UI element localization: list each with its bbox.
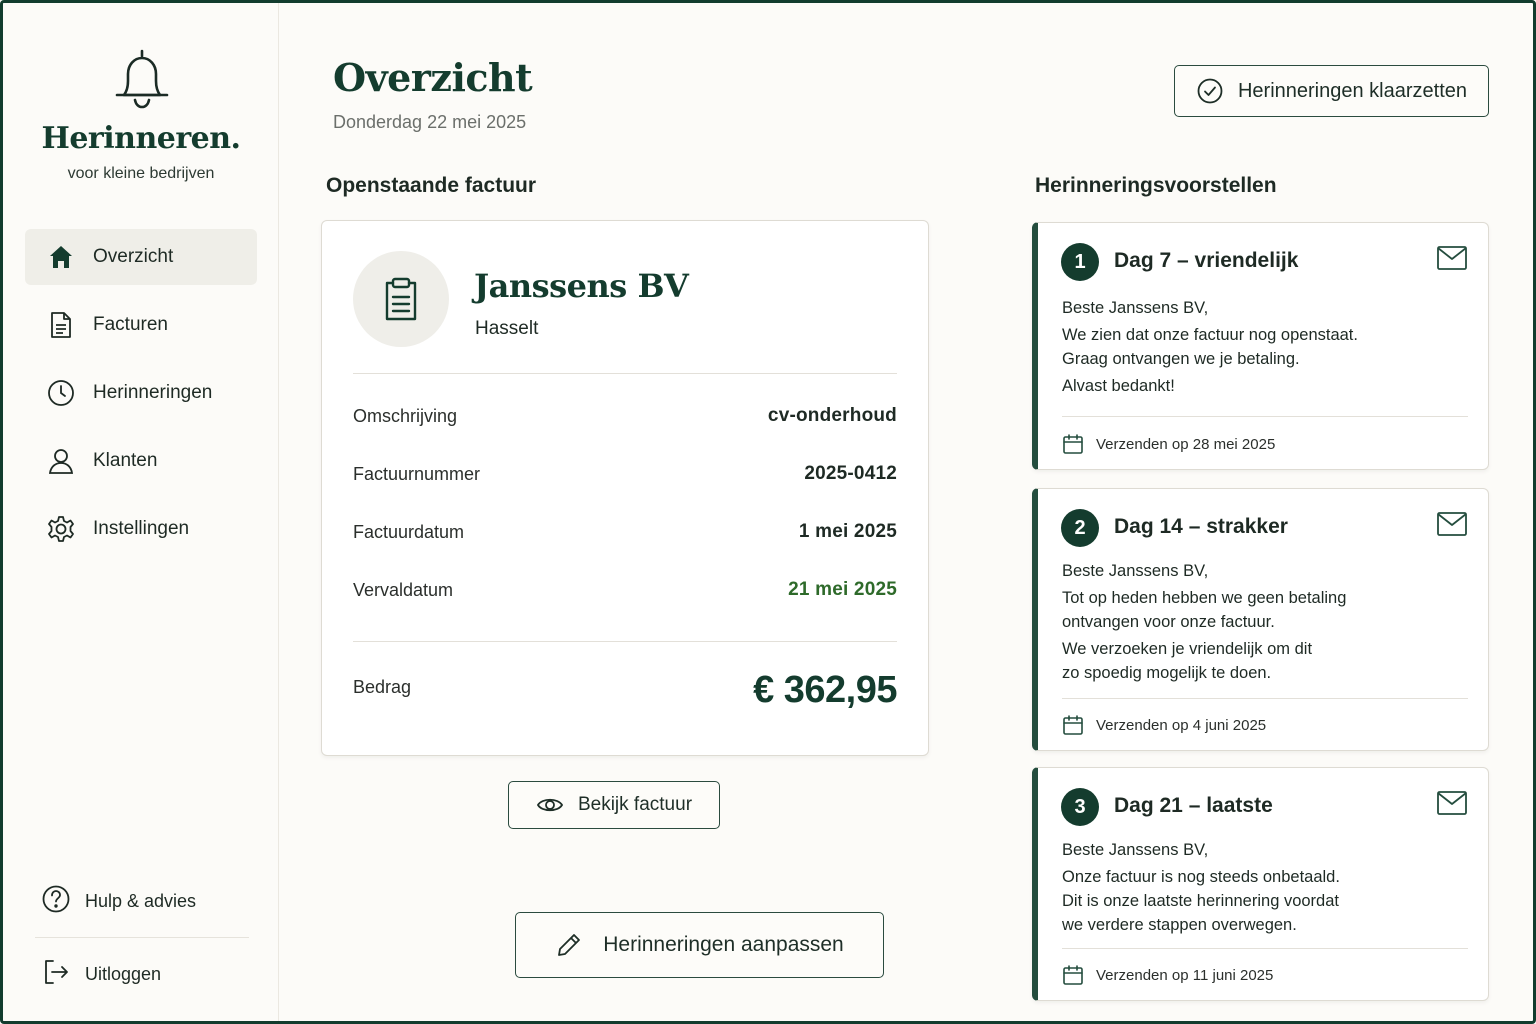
pencil-icon: [555, 931, 583, 959]
logout-label: Uitloggen: [85, 963, 162, 984]
invoice-section-title: Openstaande factuur: [326, 174, 537, 197]
help-icon: [41, 884, 71, 919]
reminder-message: Beste Janssens BV, Onze factuur is nog s…: [1062, 838, 1442, 940]
reminder-card: 3 Dag 21 – laatste Beste Janssens BV, On…: [1032, 767, 1489, 1001]
send-date-label: Verzenden op 28 mei 2025: [1096, 435, 1276, 453]
gear-icon: [47, 515, 75, 543]
app-window: Herinneren. voor kleine bedrijven Overzi…: [0, 0, 1536, 1024]
send-date-label: Verzenden op 11 juni 2025: [1096, 966, 1274, 984]
reminder-text: We zien dat onze factuur nog openstaat. …: [1062, 326, 1358, 368]
invoice-row-description: Omschrijving cv-onderhoud: [353, 405, 897, 427]
page-date: Donderdag 22 mei 2025: [333, 112, 527, 132]
home-icon: [47, 243, 75, 271]
send-date-label: Verzenden op 4 juni 2025: [1096, 716, 1267, 734]
row-label: Vervaldatum: [353, 579, 454, 600]
row-value: 2025-0412: [804, 463, 897, 484]
sidebar-divider: [35, 937, 249, 938]
row-value: 1 mei 2025: [798, 521, 897, 542]
due-date-value: 21 mei 2025: [788, 579, 897, 600]
check-circle-icon: [1196, 77, 1224, 105]
edit-reminders-label: Herinneringen aanpassen: [603, 933, 844, 956]
bell-icon: [115, 49, 169, 109]
help-label: Hulp & advies: [85, 890, 197, 911]
reminder-number: 3: [1061, 788, 1099, 826]
document-icon: [47, 311, 75, 339]
reminder-message: Beste Janssens BV, Tot op heden hebben w…: [1062, 559, 1442, 688]
logout-link[interactable]: Uitloggen: [33, 946, 249, 1002]
view-invoice-button[interactable]: Bekijk factuur: [508, 781, 720, 829]
mail-icon[interactable]: [1436, 790, 1468, 821]
row-value: cv-onderhoud: [767, 405, 897, 426]
reminder-divider: [1062, 948, 1468, 949]
reminder-greeting: Beste Janssens BV,: [1062, 562, 1209, 580]
invoice-card: Janssens BV Hasselt Omschrijving cv-onde…: [321, 220, 929, 756]
calendar-icon: [1062, 433, 1084, 455]
user-icon: [47, 447, 75, 475]
page-title: Overzicht: [333, 55, 533, 100]
invoice-divider: [353, 373, 897, 374]
edit-reminders-button[interactable]: Herinneringen aanpassen: [515, 912, 884, 978]
clock-icon: [47, 379, 75, 407]
reminder-title: Dag 14 – strakker: [1114, 515, 1288, 538]
brand-title: Herinneren.: [41, 121, 242, 156]
reminder-card: 1 Dag 7 – vriendelijk Beste Janssens BV,…: [1032, 222, 1489, 470]
nav-label: Instellingen: [93, 518, 190, 539]
logout-icon: [41, 957, 71, 992]
calendar-icon: [1062, 714, 1084, 736]
eye-icon: [536, 795, 564, 815]
invoice-company: Janssens BV: [474, 267, 689, 305]
invoice-row-due-date: Vervaldatum 21 mei 2025: [353, 579, 897, 601]
amount-label: Bedrag: [353, 677, 412, 697]
reminder-text: Onze factuur is nog steeds onbetaald. Di…: [1062, 868, 1340, 934]
reminder-send-date: Verzenden op 11 juni 2025: [1062, 964, 1273, 986]
nav-label: Facturen: [93, 314, 168, 335]
reminder-text: Tot op heden hebben we geen betaling ont…: [1062, 589, 1347, 631]
nav-item-herinneringen[interactable]: Herinneringen: [25, 365, 257, 421]
nav-item-instellingen[interactable]: Instellingen: [25, 501, 257, 557]
reminder-send-date: Verzenden op 4 juni 2025: [1062, 714, 1266, 736]
reminder-greeting: Beste Janssens BV,: [1062, 299, 1209, 317]
nav-label: Herinneringen: [93, 382, 213, 403]
invoice-divider: [353, 641, 897, 642]
reminder-greeting: Beste Janssens BV,: [1062, 841, 1209, 859]
reminder-card: 2 Dag 14 – strakker Beste Janssens BV, T…: [1032, 488, 1489, 751]
view-invoice-label: Bekijk factuur: [577, 794, 693, 815]
invoice-row-number: Factuurnummer 2025-0412: [353, 463, 897, 485]
reminder-text: Alvast bedankt!: [1062, 377, 1175, 395]
reminder-number: 2: [1061, 509, 1099, 547]
prepare-reminders-button[interactable]: Herinneringen klaarzetten: [1174, 65, 1489, 117]
help-link[interactable]: Hulp & advies: [33, 873, 249, 929]
nav-item-overzicht[interactable]: Overzicht: [25, 229, 257, 285]
invoice-avatar: [353, 251, 449, 347]
prepare-reminders-label: Herinneringen klaarzetten: [1237, 79, 1468, 102]
mail-icon[interactable]: [1436, 511, 1468, 542]
reminder-number: 1: [1061, 243, 1099, 281]
calendar-icon: [1062, 964, 1084, 986]
sidebar: Herinneren. voor kleine bedrijven Overzi…: [3, 3, 279, 1021]
mail-icon[interactable]: [1436, 245, 1468, 276]
reminder-title: Dag 21 – laatste: [1114, 794, 1273, 817]
row-label: Factuurnummer: [353, 463, 481, 484]
reminder-title: Dag 7 – vriendelijk: [1114, 249, 1299, 272]
nav-item-klanten[interactable]: Klanten: [25, 433, 257, 489]
nav-item-facturen[interactable]: Facturen: [25, 297, 257, 353]
brand-subtitle: voor kleine bedrijven: [67, 165, 215, 182]
invoice-row-date: Factuurdatum 1 mei 2025: [353, 521, 897, 543]
sidebar-footer: Hulp & advies Uitloggen: [33, 873, 249, 1002]
reminder-divider: [1062, 416, 1468, 417]
nav-label: Klanten: [93, 450, 158, 471]
reminders-section-title: Herinneringsvoorstellen: [1035, 174, 1277, 197]
main-nav: Overzicht Facturen Herinneringen Klanten: [25, 229, 257, 569]
row-label: Factuurdatum: [353, 521, 465, 542]
reminder-send-date: Verzenden op 28 mei 2025: [1062, 433, 1275, 455]
row-label: Omschrijving: [353, 405, 458, 426]
invoice-city: Hasselt: [475, 318, 539, 339]
reminder-divider: [1062, 698, 1468, 699]
reminder-message: Beste Janssens BV, We zien dat onze fact…: [1062, 296, 1442, 401]
nav-label: Overzicht: [93, 246, 174, 267]
reminder-text: We verzoeken je vriendelijk om dit zo sp…: [1062, 640, 1313, 682]
clipboard-icon: [385, 277, 417, 321]
amount-value: € 362,95: [753, 669, 897, 711]
